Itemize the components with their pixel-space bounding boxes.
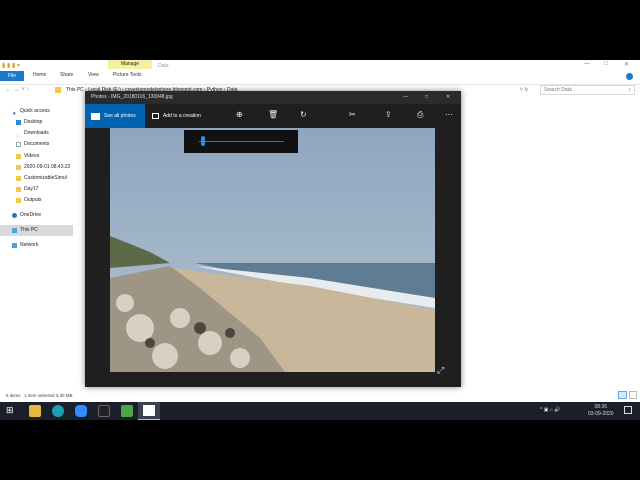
nav-label: OneDrive xyxy=(20,212,42,218)
nav-label: 2020-09-01 08.43.22 xyxy=(24,164,71,170)
folder-icon xyxy=(16,187,21,192)
zoom-icon[interactable]: ⊕ xyxy=(236,110,243,119)
photos-title-bar: Photos - IMG_20180116_130048.jpg — □ ✕ xyxy=(85,91,461,104)
tab-view[interactable]: View xyxy=(88,71,99,80)
nav-label: Outputs xyxy=(24,197,42,203)
tab-home[interactable]: Home xyxy=(33,71,46,80)
folder-icon xyxy=(16,176,21,181)
folder-icon xyxy=(55,87,61,93)
network-icon xyxy=(12,243,17,248)
search-placeholder: Search Data xyxy=(544,87,572,93)
file-explorer-icon[interactable] xyxy=(29,405,41,417)
nav-folder[interactable]: 2020-09-01 08.43.22 xyxy=(16,162,78,173)
maximize-button[interactable]: □ xyxy=(604,61,608,67)
zoom-slider-thumb[interactable] xyxy=(201,136,206,146)
nav-videos[interactable]: Videos xyxy=(16,151,78,162)
nav-label: Network xyxy=(20,242,39,248)
nav-label: Quick access xyxy=(20,108,50,114)
share-icon[interactable]: ⇪ xyxy=(385,110,392,119)
search-icon: ⌕ xyxy=(628,87,631,93)
nav-label: This PC xyxy=(20,227,38,233)
nav-label: Videos xyxy=(24,153,40,159)
nav-desktop[interactable]: Desktop xyxy=(16,117,78,128)
see-all-photos-button[interactable]: See all photos xyxy=(85,104,145,128)
full-screen-icon[interactable]: ⤢ xyxy=(437,365,444,376)
download-icon: ↓ xyxy=(16,133,19,139)
nav-arrows-icon[interactable]: ← → ˅ ↑ xyxy=(6,87,30,93)
date: 03-09-2020 xyxy=(588,411,614,417)
more-options-icon[interactable]: ⋯ xyxy=(445,110,453,119)
folder-icon xyxy=(16,154,21,159)
help-icon[interactable] xyxy=(626,73,633,80)
edit-icon[interactable]: ✂ xyxy=(349,110,356,119)
desktop-icon xyxy=(16,120,21,125)
document-icon xyxy=(16,142,21,147)
nav-folder[interactable]: Outputs xyxy=(16,195,78,206)
zoom-slider-track[interactable] xyxy=(199,141,284,142)
terminal-icon[interactable] xyxy=(98,405,110,417)
nav-label: Day17 xyxy=(24,186,39,192)
close-button[interactable]: ✕ xyxy=(624,61,629,68)
tab-file[interactable]: File xyxy=(0,71,24,81)
minimize-button[interactable]: — xyxy=(403,91,408,104)
nav-label: CustomizableSimul xyxy=(24,175,67,181)
nav-label: Documents xyxy=(24,141,50,147)
add-to-creation-button[interactable]: Add to a creation xyxy=(152,113,201,119)
add-creation-label: Add to a creation xyxy=(163,113,201,119)
start-button[interactable]: ⊞ xyxy=(6,405,14,416)
minimize-button[interactable]: — xyxy=(584,61,590,67)
refresh-icon[interactable]: ˅ ↻ xyxy=(520,87,529,93)
see-all-label: See all photos xyxy=(104,113,136,119)
details-view-button[interactable] xyxy=(618,391,627,399)
photos-app-window: Photos - IMG_20180116_130048.jpg — □ ✕ S… xyxy=(85,91,461,387)
nav-label: Downloads xyxy=(24,130,49,136)
large-icons-view-button[interactable] xyxy=(629,391,637,399)
manage-context-label[interactable]: Manage xyxy=(108,60,152,69)
zoom-slider-panel xyxy=(184,130,298,153)
status-bar: 5 items 1 item selected 3.30 MB xyxy=(6,393,73,398)
time: 08:26 xyxy=(594,404,608,410)
nav-onedrive[interactable]: OneDrive xyxy=(12,210,74,221)
rotate-icon[interactable]: ↻ xyxy=(300,110,307,119)
tab-picture-tools[interactable]: Picture Tools xyxy=(113,71,142,80)
computer-icon xyxy=(12,228,17,233)
search-input[interactable]: Search Data ⌕ xyxy=(540,85,635,95)
star-icon: ★ xyxy=(12,111,17,117)
taskbar: ⊞ ^ ▣ ⌂ 🔊 08:26 03-09-2020 xyxy=(0,402,640,420)
creation-icon xyxy=(152,113,159,119)
nav-downloads[interactable]: ↓ Downloads xyxy=(16,128,78,139)
close-button[interactable]: ✕ xyxy=(446,91,450,104)
maximize-button[interactable]: □ xyxy=(425,91,428,104)
zoom-app-icon[interactable] xyxy=(75,405,87,417)
crumb[interactable]: This PC xyxy=(66,87,84,93)
notifications-icon[interactable] xyxy=(624,406,632,414)
nav-label: Desktop xyxy=(24,119,43,125)
nav-network[interactable]: Network xyxy=(12,240,74,251)
delete-icon[interactable]: 🗑 xyxy=(268,110,278,119)
edge-icon[interactable] xyxy=(52,405,64,417)
tab-share[interactable]: Share xyxy=(60,71,73,80)
photos-taskbar-button[interactable] xyxy=(138,402,160,420)
window-title: Photos - IMG_20180116_130048.jpg xyxy=(91,94,173,100)
folder-icon xyxy=(16,165,21,170)
photo-icon xyxy=(91,112,100,120)
quick-access-toolbar[interactable]: ▮ ▮ ▮ ▾ xyxy=(2,62,20,69)
photos-toolbar: See all photos Add to a creation ⊕ 🗑 ↻ ✂… xyxy=(85,104,461,128)
nav-folder[interactable]: Day17 xyxy=(16,184,78,195)
nav-this-pc[interactable]: This PC xyxy=(0,225,73,236)
photos-app-icon xyxy=(143,405,155,416)
folder-icon xyxy=(16,198,21,203)
cloud-icon xyxy=(12,213,17,218)
clock[interactable]: 08:26 03-09-2020 xyxy=(588,404,614,418)
print-icon[interactable]: ⎙ xyxy=(417,110,423,120)
selection-info: 1 item selected 3.30 MB xyxy=(24,393,73,398)
nav-documents[interactable]: Documents xyxy=(16,139,78,150)
spreadsheet-icon[interactable] xyxy=(121,405,133,417)
tab-data[interactable]: Data xyxy=(158,62,169,71)
photo-image xyxy=(110,128,435,372)
system-tray-icons[interactable]: ^ ▣ ⌂ 🔊 xyxy=(540,407,560,413)
item-count: 5 items xyxy=(6,393,21,398)
nav-quick-access[interactable]: ★ Quick access xyxy=(12,106,74,117)
nav-folder[interactable]: CustomizableSimul xyxy=(16,173,78,184)
